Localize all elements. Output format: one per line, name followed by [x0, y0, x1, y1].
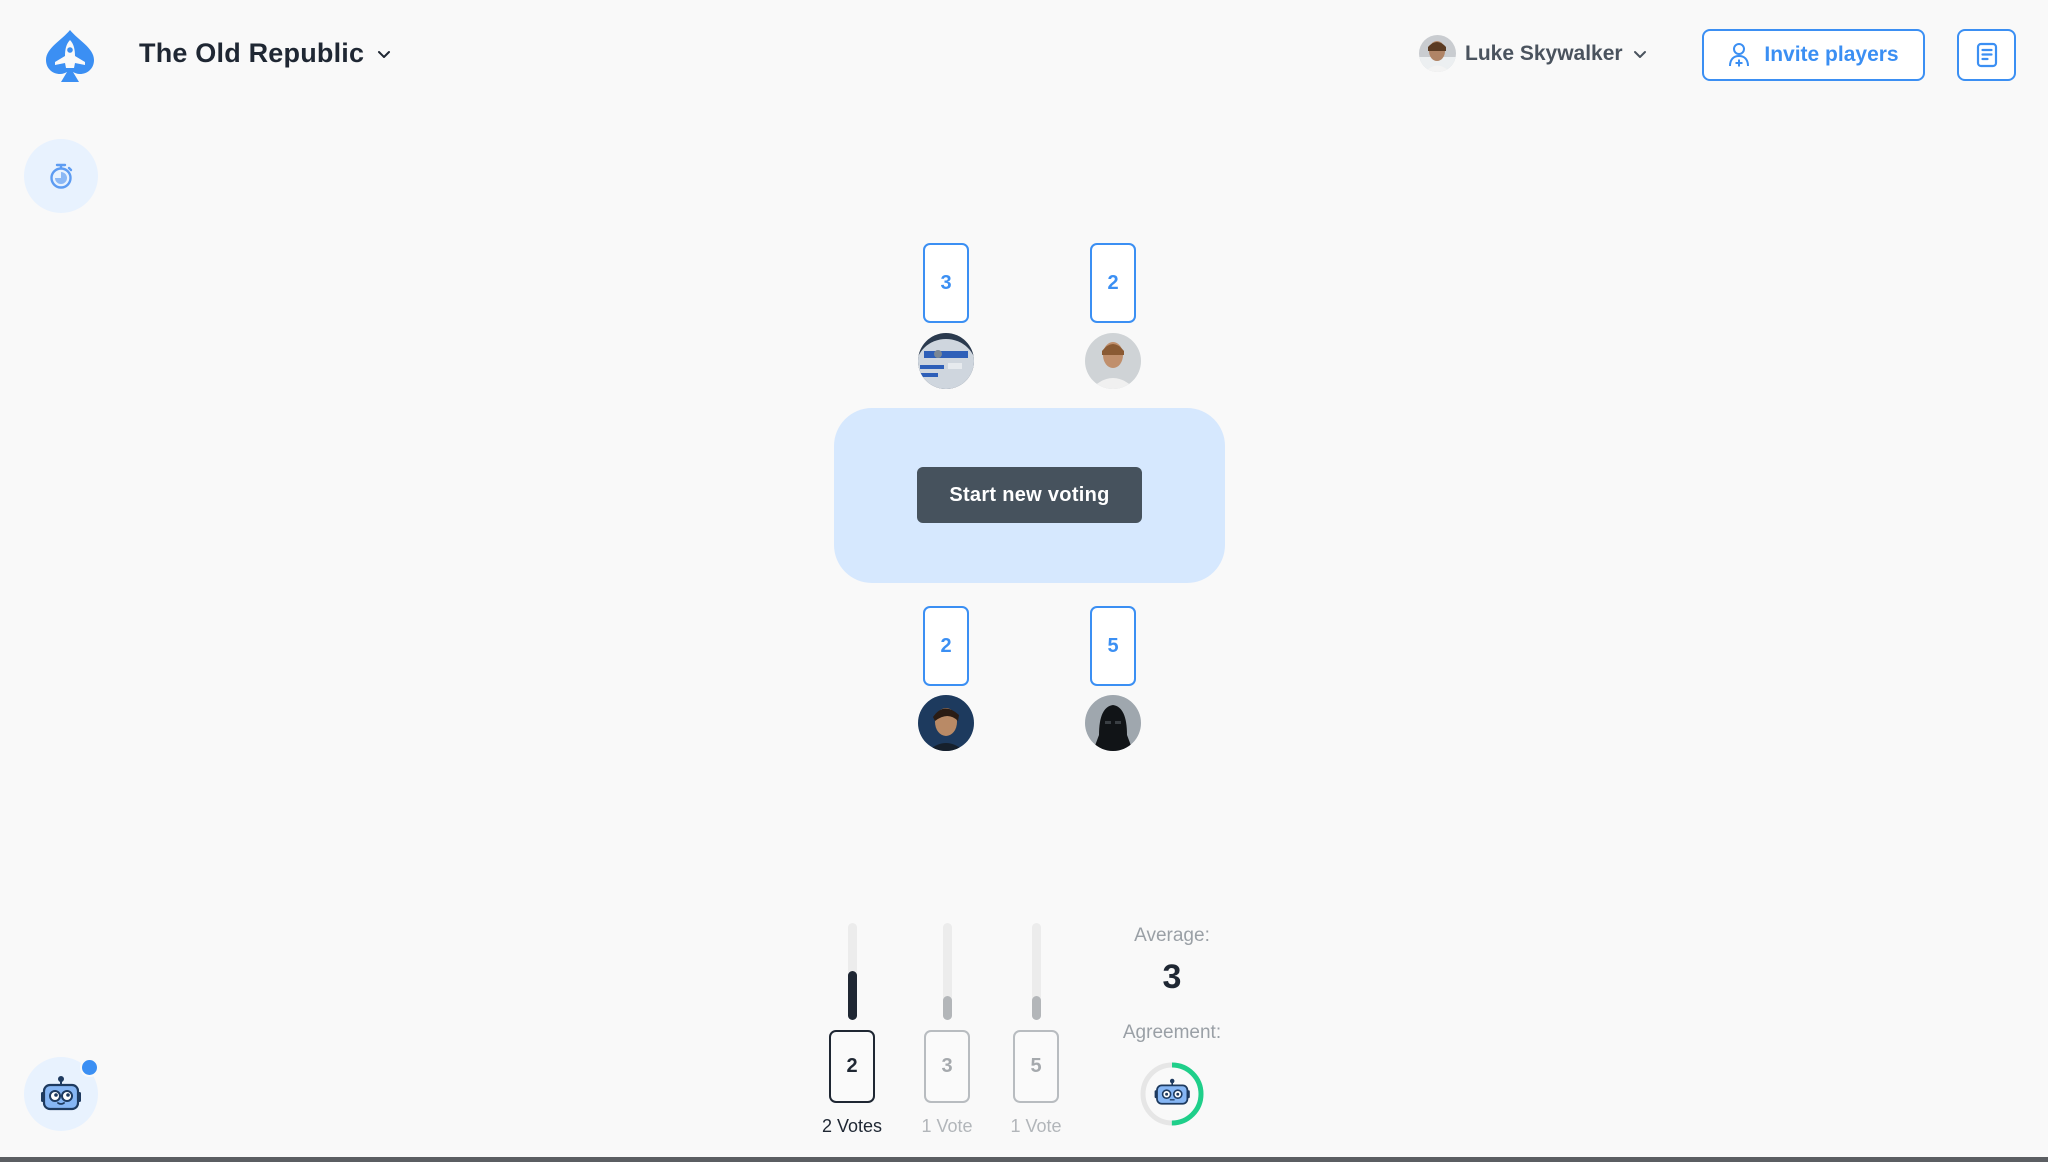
player-card: 2 — [923, 606, 969, 686]
invite-players-button[interactable]: Invite players — [1702, 29, 1925, 81]
stopwatch-icon — [50, 163, 73, 189]
user-avatar — [1419, 35, 1456, 72]
user-menu[interactable]: Luke Skywalker — [1419, 35, 1648, 72]
document-list-icon — [1976, 42, 1997, 68]
invite-players-label: Invite players — [1764, 43, 1899, 66]
chevron-down-icon — [378, 50, 391, 58]
result-card[interactable]: 3 — [924, 1030, 970, 1103]
robot-icon — [1154, 1078, 1190, 1105]
vote-bar-track — [1031, 923, 1041, 1020]
vote-count-label: 1 Vote — [1010, 1116, 1062, 1136]
vote-bar-fill — [942, 996, 952, 1020]
vote-bar-fill — [847, 971, 857, 1020]
result-card[interactable]: 2 — [829, 1030, 875, 1103]
spade-rocket-logo-icon — [46, 30, 94, 82]
luke-avatar[interactable] — [1085, 333, 1141, 389]
app-logo[interactable] — [40, 28, 100, 86]
notification-dot — [80, 1058, 99, 1077]
player-card: 5 — [1090, 606, 1136, 686]
chevron-down-icon — [1633, 50, 1646, 58]
han-solo-avatar[interactable] — [918, 695, 974, 751]
user-name: Luke Skywalker — [1465, 41, 1623, 65]
vote-bar-track — [847, 923, 857, 1020]
darth-vader-avatar[interactable] — [1085, 695, 1141, 751]
issues-button[interactable] — [1957, 29, 2016, 81]
average-label: Average: — [1134, 925, 1210, 946]
user-plus-icon — [1729, 43, 1750, 68]
start-new-voting-button[interactable]: Start new voting — [917, 467, 1142, 523]
average-value: 3 — [1162, 958, 1182, 996]
result-card[interactable]: 5 — [1013, 1030, 1059, 1103]
window-bottom-edge — [0, 1157, 2048, 1162]
timer-button[interactable] — [24, 139, 98, 213]
agreement-gauge — [1138, 1060, 1206, 1128]
room-selector[interactable]: The Old Republic — [139, 38, 392, 69]
robot-icon — [41, 1076, 81, 1111]
r2d2-avatar[interactable] — [918, 333, 974, 389]
player-card: 3 — [923, 243, 969, 323]
player-card: 2 — [1090, 243, 1136, 323]
room-name: The Old Republic — [139, 38, 365, 68]
vote-bar-fill — [1031, 996, 1041, 1020]
agreement-label: Agreement: — [1122, 1022, 1222, 1043]
vote-bar-track — [942, 923, 952, 1020]
